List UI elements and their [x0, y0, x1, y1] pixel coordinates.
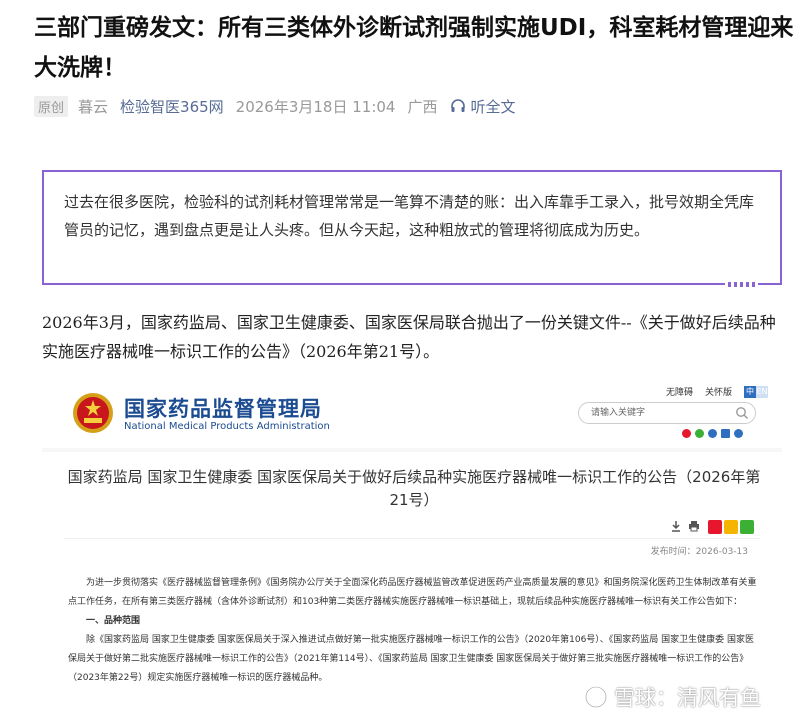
listen-label: 听全文	[470, 97, 516, 116]
notice-paragraph: 除《国家药监局 国家卫生健康委 国家医保局关于深入推进试点做好第一批实施医疗器械…	[68, 635, 755, 683]
intro-quote-box: 过去在很多医院，检验科的试剂耗材管理常常是一笔算不清楚的账：出入库靠手工录入，批…	[42, 170, 782, 287]
doc-tools	[670, 520, 700, 532]
wechat-share-icon[interactable]	[740, 520, 754, 534]
notice-paragraph: 为进一步贯彻落实《医疗器械监督管理条例》《国务院办公厅关于全面深化药品医疗器械监…	[68, 578, 757, 607]
publish-time-value: 2026-03-13	[695, 547, 748, 557]
section-heading: 一、品种范围	[86, 616, 141, 626]
headphones-icon	[450, 99, 465, 112]
search-icon[interactable]	[735, 406, 749, 420]
language-switch[interactable]: 中 EN	[744, 385, 769, 398]
qzone-share-icon[interactable]	[724, 520, 738, 534]
publish-time: 发布时间：2026-03-13	[651, 544, 748, 557]
weibo-icon[interactable]	[682, 429, 691, 438]
notice-title: 国家药监局 国家卫生健康委 国家医保局关于做好后续品种实施医疗器械唯一标识工作的…	[67, 468, 761, 509]
wechat-icon[interactable]	[695, 429, 704, 438]
snowball-logo-icon	[584, 685, 608, 709]
lang-en[interactable]: EN	[756, 385, 769, 398]
weibo-share-icon[interactable]	[708, 520, 722, 534]
utility-links: 无障碍 关怀版 中 EN	[666, 385, 769, 398]
listen-button[interactable]: 听全文	[450, 96, 516, 117]
original-badge: 原创	[34, 95, 69, 117]
article-title: 三部门重磅发文：所有三类体外诊断试剂强制实施UDI，科室耗材管理迎来大洗牌！	[34, 15, 794, 81]
download-icon[interactable]	[670, 520, 682, 532]
org-name-cn: 国家药品监督管理局	[124, 397, 322, 421]
article-meta: 原创 暮云 检验智医365网 2026年3月18日 11:04 广西 听全文	[34, 95, 516, 117]
national-emblem-icon	[73, 393, 113, 433]
notice-panel: 国家药监局 国家卫生健康委 国家医保局关于做好后续品种实施医疗器械唯一标识工作的…	[42, 452, 782, 718]
publish-date: 2026年3月18日 11:04	[235, 97, 396, 116]
author-name: 暮云	[78, 97, 109, 116]
watermark-text: 雪球：清风有鱼	[614, 686, 761, 710]
share-icon[interactable]	[734, 429, 743, 438]
divider	[64, 538, 760, 539]
embedded-screenshot: 国家药品监督管理局 National Medical Products Admi…	[42, 380, 782, 718]
lang-zh[interactable]: 中	[744, 385, 757, 398]
watermark: 雪球：清风有鱼	[584, 682, 761, 712]
search-input[interactable]: 请输入关键字	[578, 402, 756, 424]
print-icon[interactable]	[688, 520, 700, 532]
account-link[interactable]: 检验智医365网	[120, 96, 224, 117]
accessibility-link[interactable]: 无障碍	[666, 385, 693, 398]
notice-body: 为进一步贯彻落实《医疗器械监督管理条例》《国务院办公厅关于全面深化药品医疗器械监…	[68, 574, 758, 688]
region-label: 广西	[407, 97, 438, 116]
article-paragraph: 2026年3月，国家药监局、国家卫生健康委、国家医保局联合抛出了一份关键文件--…	[42, 313, 776, 361]
share-buttons	[708, 520, 754, 534]
mail-icon[interactable]	[721, 429, 730, 438]
user-icon[interactable]	[708, 429, 717, 438]
org-name-en: National Medical Products Administration	[124, 421, 330, 432]
intro-quote-text: 过去在很多医院，检验科的试剂耗材管理常常是一笔算不清楚的账：出入库靠手工录入，批…	[64, 193, 755, 239]
care-mode-link[interactable]: 关怀版	[705, 385, 732, 398]
publish-time-label: 发布时间：	[650, 547, 696, 557]
nmpa-header: 国家药品监督管理局 National Medical Products Admi…	[42, 380, 782, 448]
social-links	[682, 429, 743, 438]
quote-decoration	[725, 282, 758, 287]
search-placeholder: 请输入关键字	[591, 408, 646, 418]
